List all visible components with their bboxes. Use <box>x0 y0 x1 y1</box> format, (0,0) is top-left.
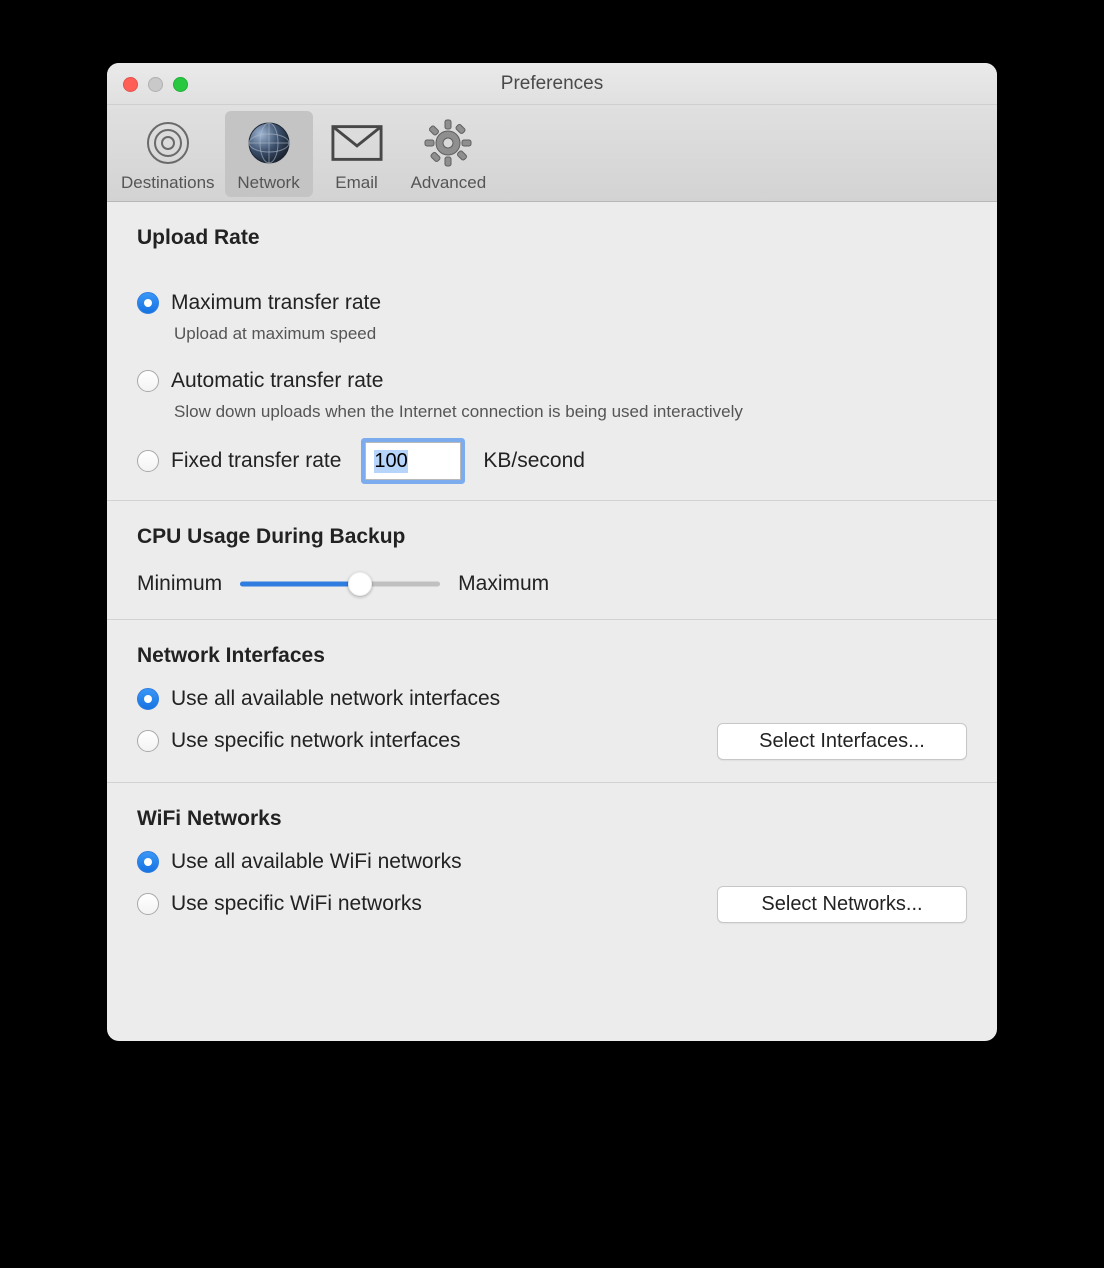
wifi-networks-heading: WiFi Networks <box>137 807 967 831</box>
network-globe-icon <box>243 117 295 169</box>
tab-network-label: Network <box>237 173 299 193</box>
radio-all-wifi-label: Use all available WiFi networks <box>171 850 462 874</box>
section-cpu-usage: CPU Usage During Backup Minimum Maximum <box>107 501 997 620</box>
radio-row-all-interfaces[interactable]: Use all available network interfaces <box>137 682 967 716</box>
fixed-rate-input[interactable] <box>365 442 461 480</box>
tab-advanced-label: Advanced <box>411 173 487 193</box>
tab-destinations[interactable]: Destinations <box>111 111 225 197</box>
toolbar: Destinations N <box>107 105 997 202</box>
section-wifi-networks: WiFi Networks Use all available WiFi net… <box>107 783 997 945</box>
select-interfaces-button[interactable]: Select Interfaces... <box>717 723 967 760</box>
radio-fixed-label: Fixed transfer rate <box>171 449 341 473</box>
radio-all-interfaces[interactable] <box>137 688 159 710</box>
slider-fill <box>240 582 360 587</box>
target-icon <box>142 117 194 169</box>
radio-maximum-transfer-rate[interactable] <box>137 292 159 314</box>
radio-specific-interfaces-label: Use specific network interfaces <box>171 729 460 753</box>
section-upload-rate: Upload Rate Maximum transfer rate Upload… <box>107 202 997 501</box>
radio-automatic-transfer-rate[interactable] <box>137 370 159 392</box>
radio-auto-label: Automatic transfer rate <box>171 369 383 393</box>
tab-email-label: Email <box>335 173 378 193</box>
cpu-usage-heading: CPU Usage During Backup <box>137 525 967 549</box>
radio-row-all-wifi[interactable]: Use all available WiFi networks <box>137 845 967 879</box>
radio-row-specific-wifi[interactable]: Use specific WiFi networks <box>137 887 717 921</box>
titlebar: Preferences <box>107 63 997 105</box>
radio-auto-sub: Slow down uploads when the Internet conn… <box>174 402 967 422</box>
minimize-button[interactable] <box>148 77 163 92</box>
radio-all-wifi[interactable] <box>137 851 159 873</box>
cpu-min-label: Minimum <box>137 572 222 596</box>
tab-email[interactable]: Email <box>313 111 401 197</box>
content: Upload Rate Maximum transfer rate Upload… <box>107 202 997 945</box>
radio-max-sub: Upload at maximum speed <box>174 324 967 344</box>
radio-max-label: Maximum transfer rate <box>171 291 381 315</box>
radio-specific-wifi-label: Use specific WiFi networks <box>171 892 422 916</box>
window-title: Preferences <box>107 73 997 95</box>
radio-row-auto[interactable]: Automatic transfer rate <box>137 364 967 398</box>
close-button[interactable] <box>123 77 138 92</box>
cpu-max-label: Maximum <box>458 572 549 596</box>
tab-advanced[interactable]: Advanced <box>401 111 497 197</box>
zoom-button[interactable] <box>173 77 188 92</box>
section-network-interfaces: Network Interfaces Use all available net… <box>107 620 997 783</box>
radio-specific-interfaces[interactable] <box>137 730 159 752</box>
radio-row-specific-interfaces[interactable]: Use specific network interfaces <box>137 724 717 758</box>
gear-icon <box>422 117 474 169</box>
preferences-window: Preferences Destinations <box>107 63 997 1041</box>
radio-specific-wifi[interactable] <box>137 893 159 915</box>
upload-rate-heading: Upload Rate <box>137 226 967 250</box>
radio-row-max[interactable]: Maximum transfer rate <box>137 286 967 320</box>
select-networks-button[interactable]: Select Networks... <box>717 886 967 923</box>
tab-destinations-label: Destinations <box>121 173 215 193</box>
radio-row-fixed[interactable]: Fixed transfer rate KB/second <box>137 442 967 480</box>
kb-per-second-label: KB/second <box>483 449 585 473</box>
window-controls <box>123 77 188 92</box>
radio-fixed-transfer-rate[interactable] <box>137 450 159 472</box>
slider-thumb[interactable] <box>348 572 372 596</box>
network-interfaces-heading: Network Interfaces <box>137 644 967 668</box>
radio-all-interfaces-label: Use all available network interfaces <box>171 687 500 711</box>
tab-network[interactable]: Network <box>225 111 313 197</box>
cpu-usage-slider[interactable] <box>240 569 440 599</box>
envelope-icon <box>331 117 383 169</box>
cpu-slider-row: Minimum Maximum <box>137 569 967 599</box>
